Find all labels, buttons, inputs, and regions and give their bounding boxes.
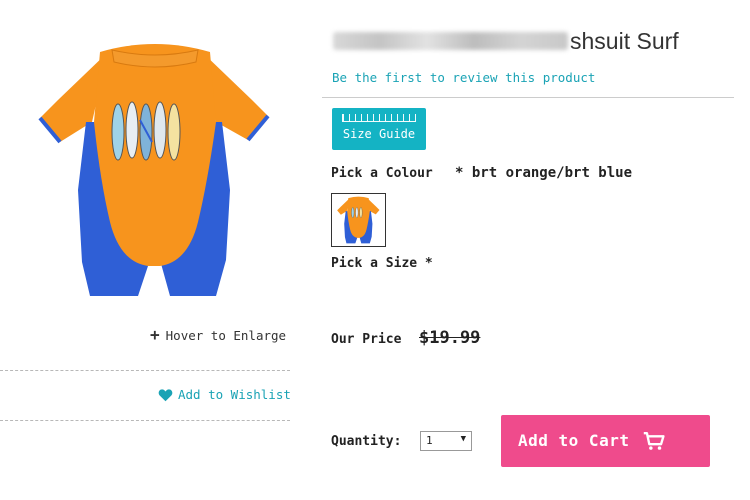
plus-icon: +	[150, 325, 160, 344]
price-value: $19.99	[419, 328, 481, 348]
colour-value-text: brt orange/brt blue	[471, 165, 633, 181]
size-label-text: Pick a Size	[331, 256, 418, 271]
colour-value: * brt orange/brt blue	[455, 165, 632, 181]
ruler-icon	[342, 114, 416, 122]
cart-icon	[643, 431, 665, 450]
quantity-value: 1	[426, 434, 433, 447]
quantity-label: Quantity:	[331, 434, 402, 449]
add-to-cart-label: Add to Cart	[518, 431, 630, 450]
price-label: Our Price	[331, 332, 402, 347]
quantity-select[interactable]: 1 ▼	[420, 431, 472, 451]
divider	[322, 97, 734, 98]
wishlist-label: Add to Wishlist	[178, 387, 291, 402]
size-label: Pick a Size *	[331, 256, 433, 271]
product-image[interactable]	[20, 30, 290, 310]
add-to-wishlist-link[interactable]: Add to Wishlist	[158, 387, 291, 402]
title-redacted	[333, 32, 568, 50]
size-required-mark: *	[424, 256, 433, 271]
hover-to-enlarge-label: Hover to Enlarge	[165, 327, 287, 343]
review-link[interactable]: Be the first to review this product	[332, 70, 595, 85]
add-to-cart-button[interactable]: Add to Cart	[501, 415, 710, 467]
colour-required-mark: *	[455, 165, 464, 181]
size-guide-label: Size Guide	[342, 127, 416, 141]
size-guide-button[interactable]: Size Guide	[332, 108, 426, 150]
divider-dashed	[0, 420, 290, 421]
hover-to-enlarge[interactable]: + Hover to Enlarge	[150, 327, 286, 343]
product-title: shsuit Surf	[333, 28, 679, 55]
divider-dashed	[0, 370, 290, 371]
heart-icon	[158, 388, 173, 401]
colour-swatch[interactable]	[331, 193, 386, 247]
colour-label: Pick a Colour	[331, 166, 433, 181]
dropdown-arrow-icon: ▼	[460, 434, 466, 444]
product-title-text: shsuit Surf	[570, 28, 679, 54]
